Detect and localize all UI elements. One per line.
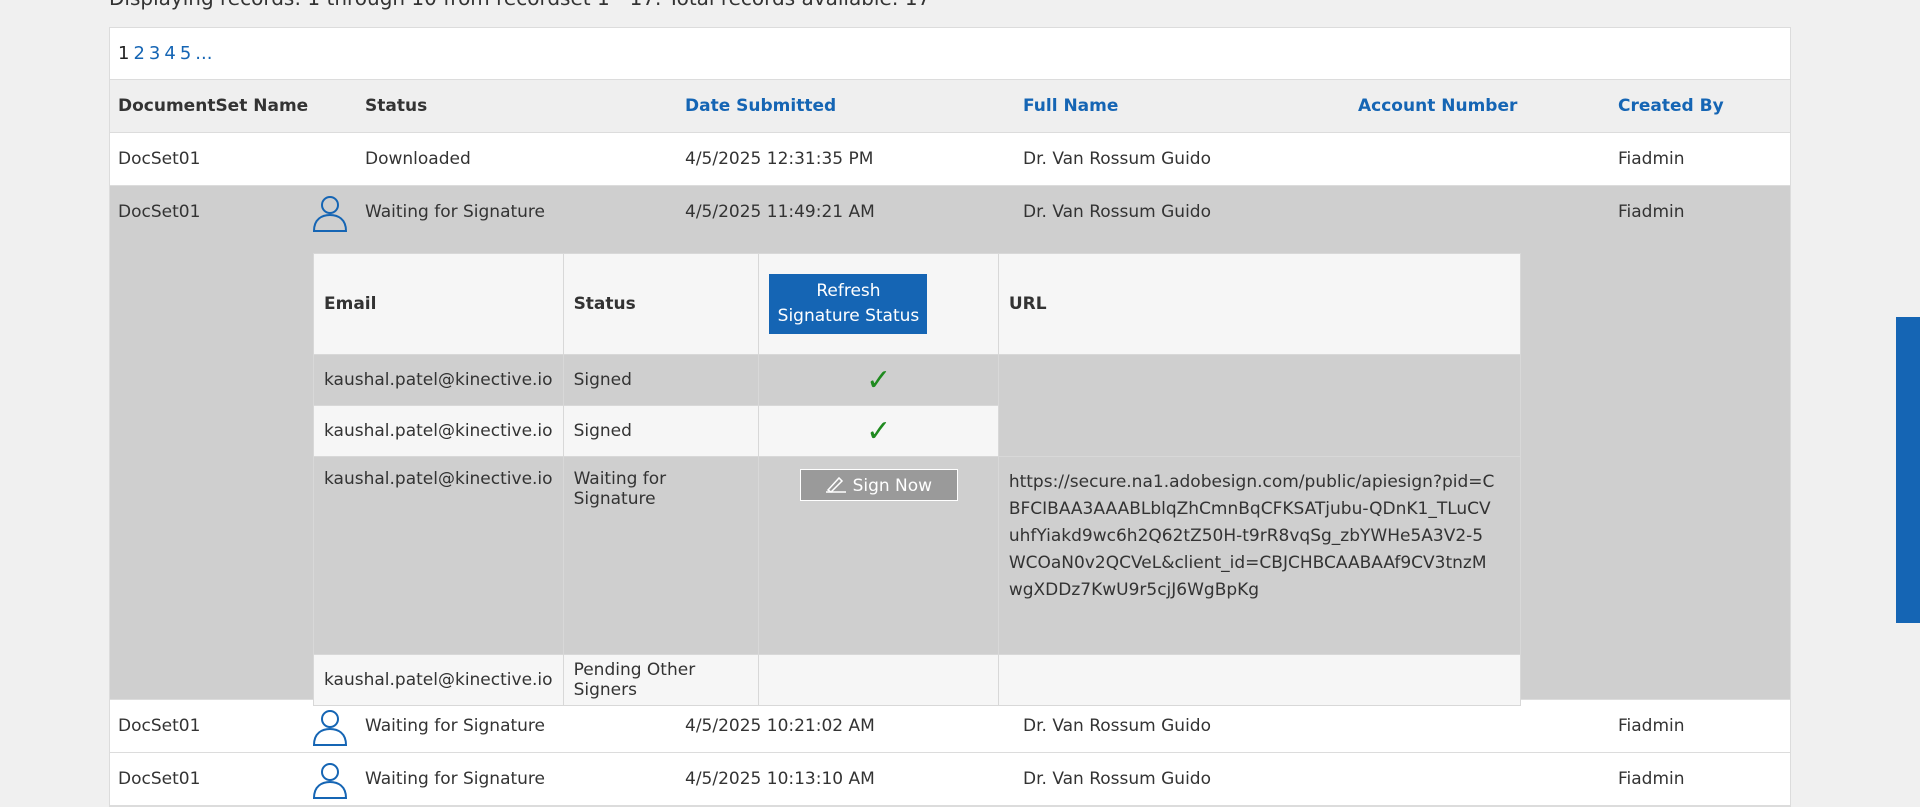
signer-action-cell: Sign Now [758,456,999,655]
row-created-by: Fiadmin [1618,716,1685,736]
row-name: DocSet01 [118,769,201,789]
signer-status: Pending Other Signers [562,654,760,706]
row-created-by: Fiadmin [1618,202,1685,222]
signers-user-icon[interactable] [310,707,350,747]
checkmark-icon: ✓ [866,413,892,449]
row-status: Waiting for Signature [365,716,546,736]
row-created-by: Fiadmin [1618,769,1685,789]
pager-page-5[interactable]: 5 [180,43,191,64]
signers-user-icon[interactable] [310,760,350,800]
column-header-full-name[interactable]: Full Name [1023,96,1118,116]
grid-header: DocumentSet Name Status Date Submitted F… [110,80,1790,133]
column-header-status: Status [365,96,428,116]
sign-now-button[interactable]: Sign Now [799,469,958,501]
signer-email: kaushal.patel@kinective.io [313,354,564,406]
document-grid: 1 2 3 4 5 ... DocumentSet Name Status Da… [109,27,1791,807]
signers-header-email: Email [313,253,564,355]
pen-icon [826,476,847,493]
table-row[interactable]: DocSet01 Waiting for Signature 4/5/2025 … [110,700,1790,753]
signer-url[interactable]: https://secure.na1.adobesign.com/public/… [997,456,1522,655]
signer-row: kaushal.patel@kinective.io Pending Other… [313,654,1522,706]
signers-table: Email Status Refresh Signature Status URL… [313,253,1522,706]
column-header-created-by[interactable]: Created By [1618,96,1724,116]
signers-user-icon[interactable] [310,193,350,233]
row-name: DocSet01 [118,149,201,169]
signer-row: kaushal.patel@kinective.io Waiting for S… [313,456,1522,655]
row-date: 4/5/2025 10:21:02 AM [685,716,875,736]
signer-row: kaushal.patel@kinective.io Signed ✓ [313,354,1522,457]
signer-action-cell [758,654,999,706]
row-full-name: Dr. Van Rossum Guido [1023,769,1211,789]
row-status: Downloaded [365,149,471,169]
row-full-name: Dr. Van Rossum Guido [1023,716,1211,736]
signer-url-empty [997,354,1522,457]
pager-page-2[interactable]: 2 [133,43,144,64]
table-row[interactable]: DocSet01 Downloaded 4/5/2025 12:31:35 PM… [110,133,1790,186]
signer-url-empty [997,654,1522,706]
column-header-account-number[interactable]: Account Number [1358,96,1517,116]
scrollbar-thumb[interactable] [1896,317,1920,623]
row-full-name: Dr. Van Rossum Guido [1023,202,1211,222]
row-full-name: Dr. Van Rossum Guido [1023,149,1211,169]
row-status: Waiting for Signature [365,769,546,789]
row-name: DocSet01 [118,716,201,736]
refresh-label-line1: Refresh [816,281,881,301]
pager-more[interactable]: ... [195,43,212,64]
column-header-date-submitted[interactable]: Date Submitted [685,96,836,116]
row-name: DocSet01 [118,202,201,222]
pager-current-page: 1 [118,43,130,64]
column-header-name: DocumentSet Name [118,96,309,116]
signer-email: kaushal.patel@kinective.io [313,405,564,457]
signers-header-status: Status [562,253,760,355]
refresh-signature-status-button[interactable]: Refresh Signature Status [769,274,928,334]
table-row[interactable]: DocSet01 Waiting for Signature 4/5/2025 … [110,753,1790,806]
pager-page-3[interactable]: 3 [149,43,160,64]
row-date: 4/5/2025 11:49:21 AM [685,202,875,222]
table-row-expanded[interactable]: DocSet01 Waiting for Signature 4/5/2025 … [110,186,1790,706]
row-date: 4/5/2025 10:13:10 AM [685,769,875,789]
signer-action-cell: ✓ [758,405,999,457]
signer-action-cell: ✓ [758,354,999,406]
sign-now-label: Sign Now [852,476,933,496]
pager-page-4[interactable]: 4 [164,43,175,64]
signer-email: kaushal.patel@kinective.io [313,456,564,655]
signer-status: Signed [562,405,760,457]
pager: 1 2 3 4 5 ... [110,28,1790,80]
row-status: Waiting for Signature [365,202,546,222]
signer-status: Waiting for Signature [562,456,760,655]
checkmark-icon: ✓ [866,362,892,398]
row-date: 4/5/2025 12:31:35 PM [685,149,874,169]
signer-url-text[interactable]: https://secure.na1.adobesign.com/public/… [1009,469,1499,604]
signers-header-action: Refresh Signature Status [758,253,999,355]
signers-header-row: Email Status Refresh Signature Status URL [313,253,1522,355]
signers-header-url: URL [997,253,1522,355]
signer-status: Signed [562,354,760,406]
signer-email: kaushal.patel@kinective.io [313,654,564,706]
row-created-by: Fiadmin [1618,149,1685,169]
records-summary: Displaying records: 1 through 10 from re… [109,0,930,10]
refresh-label-line2: Signature Status [777,306,920,326]
